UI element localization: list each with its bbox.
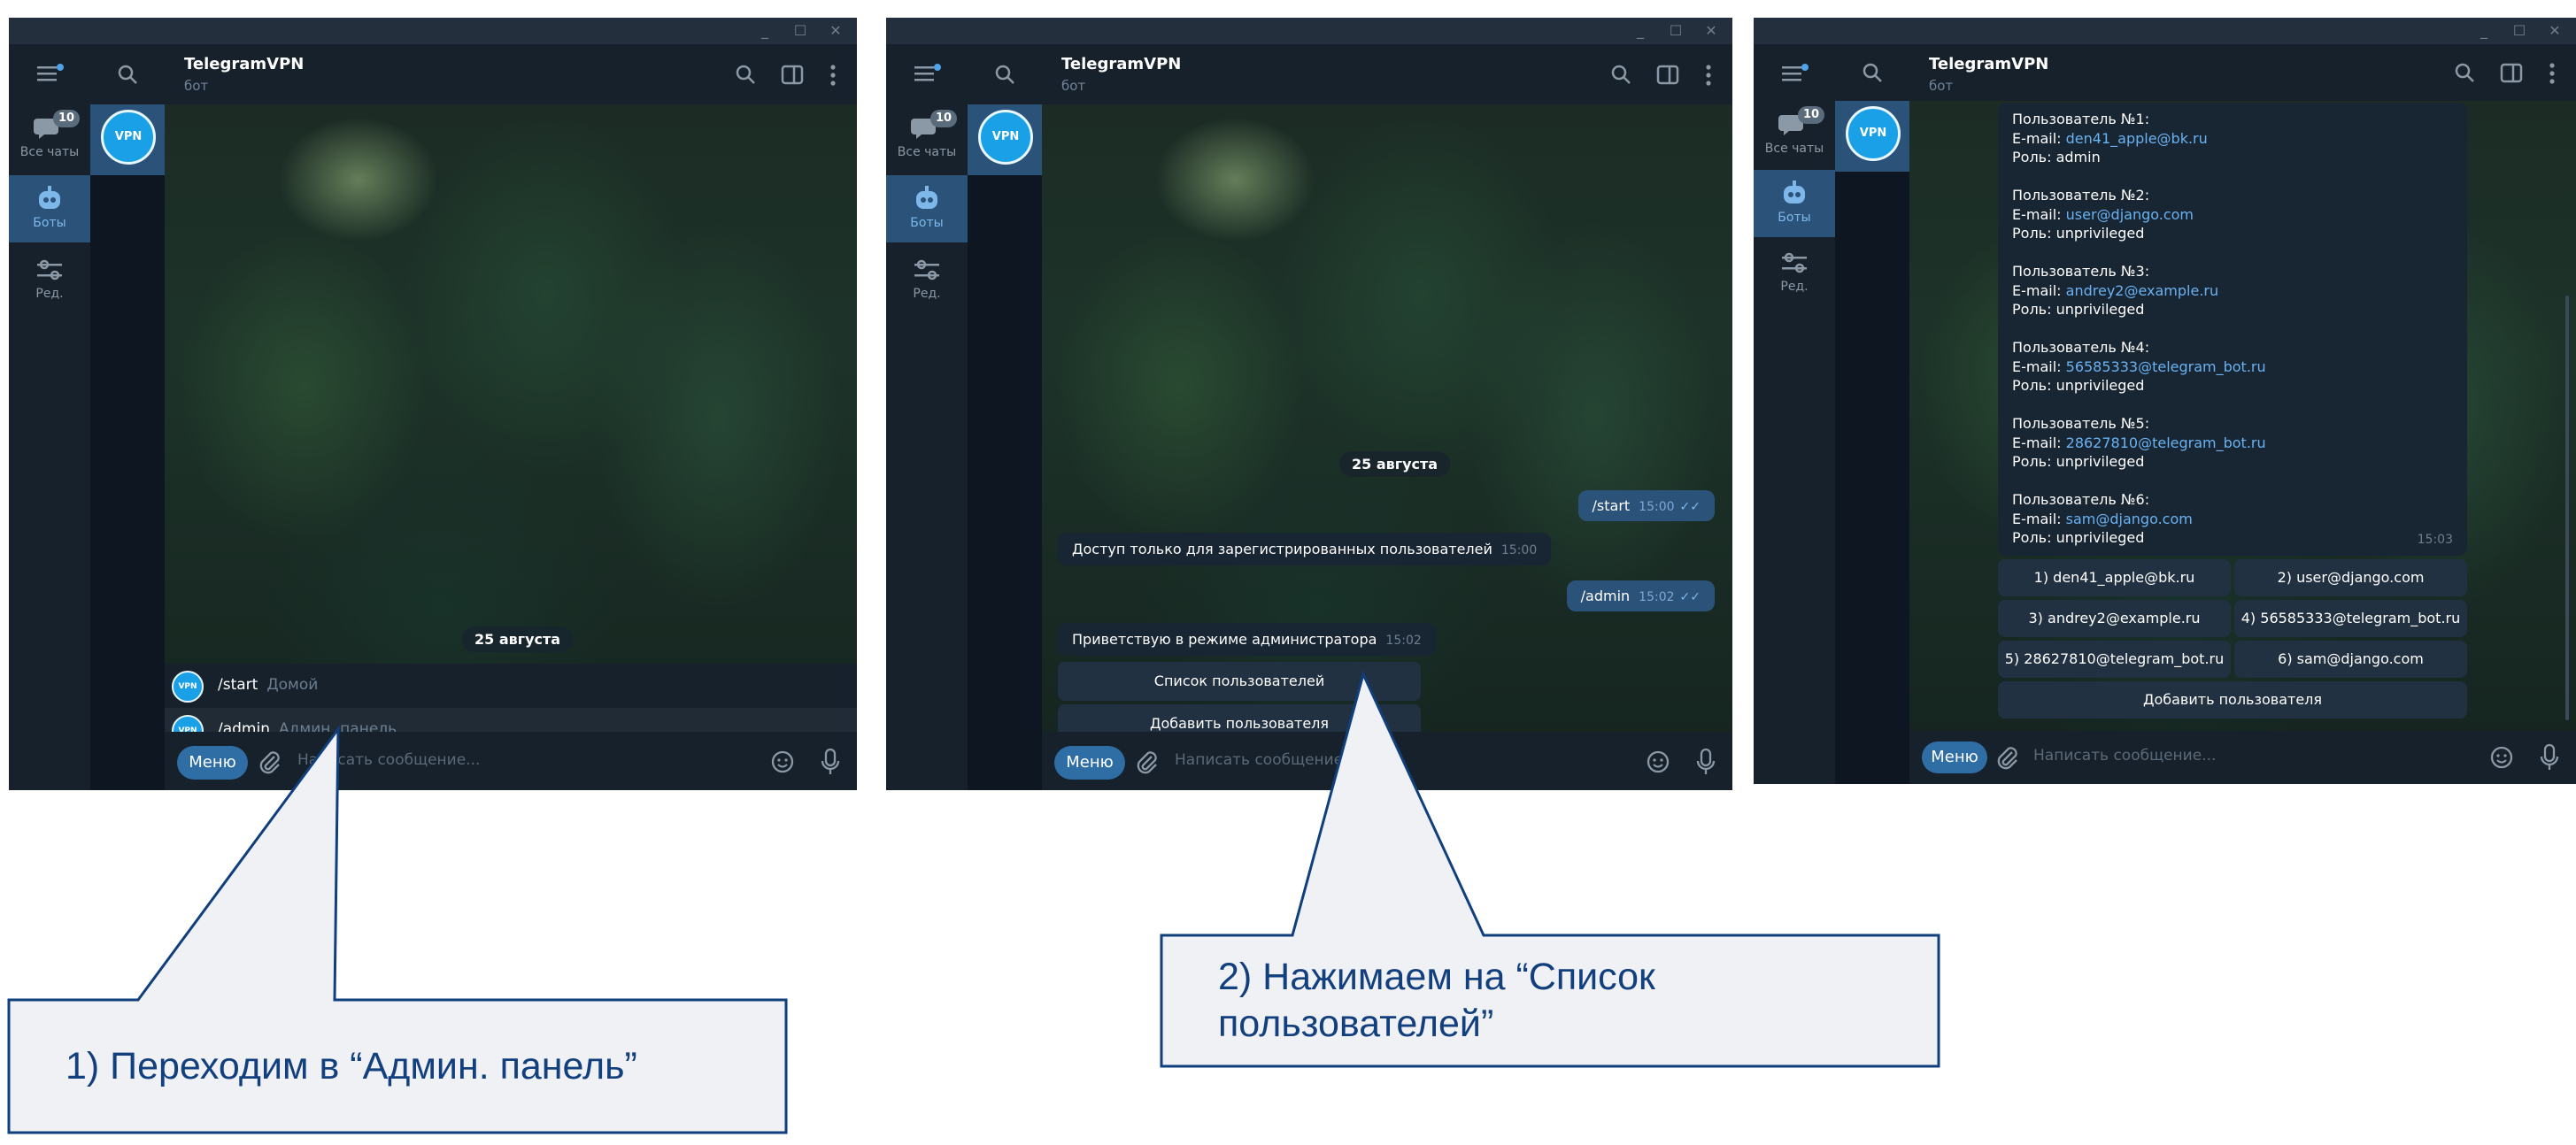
callout-step-1: 1) Переходим в “Админ. панель” bbox=[66, 1045, 637, 1087]
callout-step-2-line-1: 2) Нажимаем на “Список bbox=[1218, 956, 1655, 998]
callout-step-2-line-2: пользователей” bbox=[1218, 1003, 1494, 1045]
